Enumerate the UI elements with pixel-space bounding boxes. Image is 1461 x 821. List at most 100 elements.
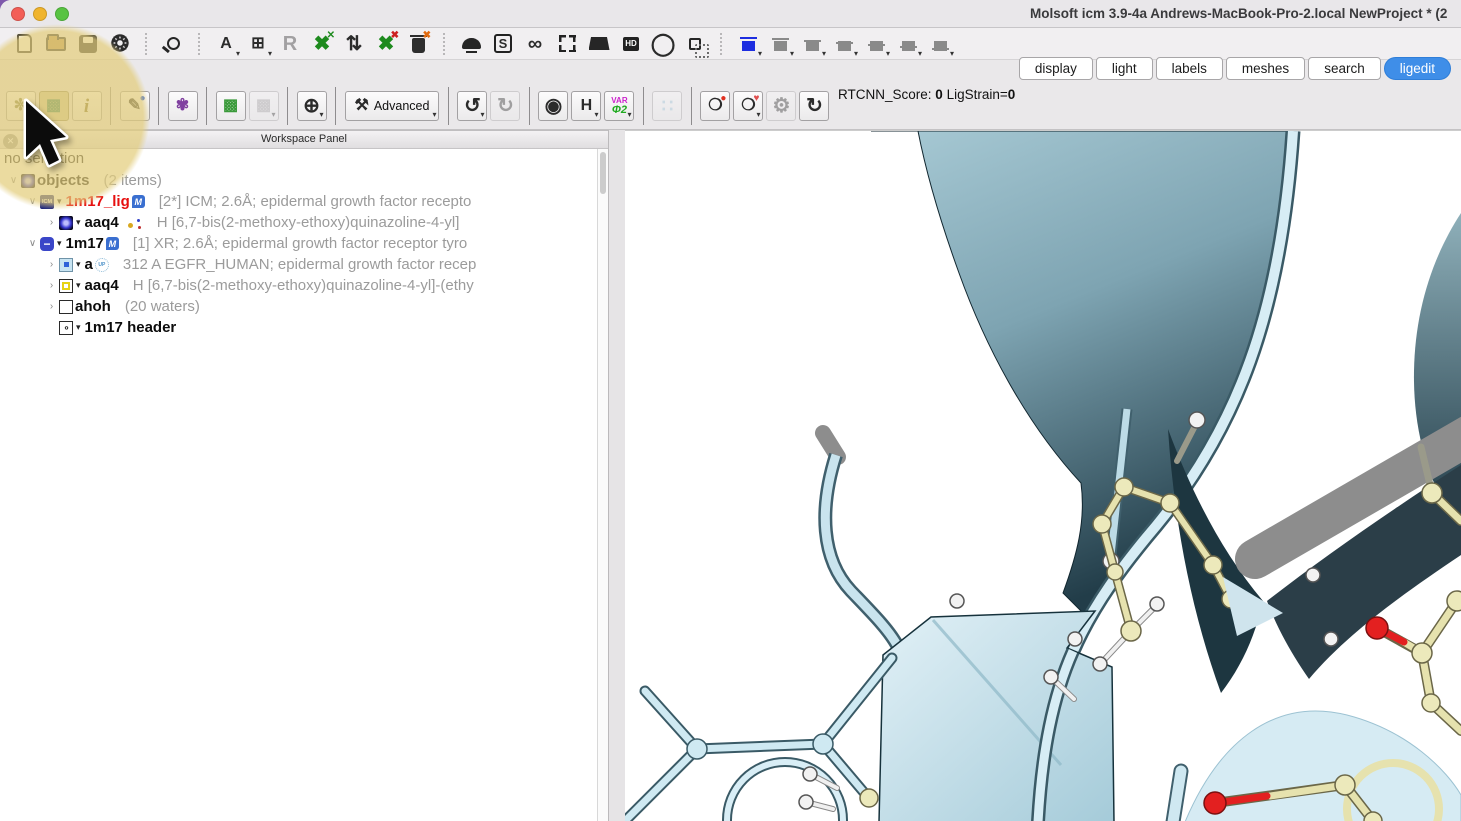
disclosure-closed-icon[interactable]: ›	[44, 217, 59, 228]
undo-button[interactable]: ↺▾	[457, 91, 487, 121]
disclosure-open-icon[interactable]: ∨	[6, 175, 21, 186]
tab-meshes[interactable]: meshes	[1226, 57, 1305, 80]
item-dropdown-icon[interactable]: ▾	[76, 259, 81, 270]
rock-view-button[interactable]	[679, 29, 711, 59]
item-description: H [6,7-bis(2-methoxy-ethoxy)quinazoline-…	[157, 214, 460, 231]
item-dropdown-icon[interactable]: ▾	[76, 217, 81, 228]
ligand-pocket-button[interactable]: ❍●	[700, 91, 730, 121]
item-dropdown-icon[interactable]: ▾	[57, 238, 62, 249]
workspace-item-a[interactable]: ›▾aUP312 A EGFR_HUMAN; epidermal growth …	[0, 254, 597, 275]
main-toolbar: ❂A▾⊞▾R✖✕⇅✖✖✖S∞HD◯▾▾▾▾▾▾▾	[0, 28, 1461, 60]
sphere-object-icon[interactable]	[21, 174, 35, 188]
minimize-button[interactable]	[33, 7, 47, 21]
yellowbox-object-icon[interactable]	[59, 279, 73, 293]
workspace-item-ahoh[interactable]: ›ahoh(20 waters)	[0, 296, 597, 317]
display-ballstick-button[interactable]: ✼	[6, 91, 36, 121]
object-info-button[interactable]: i	[72, 91, 102, 121]
fullscreen-icon	[559, 35, 576, 52]
chemical-edit-button[interactable]: ✾	[168, 91, 198, 121]
close-button[interactable]	[11, 7, 25, 21]
item-dropdown-icon[interactable]: ▾	[57, 196, 62, 207]
select-all-button[interactable]: ✖✕	[306, 29, 338, 59]
stereo-view-button[interactable]: ∞	[519, 29, 551, 59]
hd-quality-button[interactable]: HD	[615, 29, 647, 59]
minus-object-icon[interactable]: −	[40, 237, 54, 251]
light-settings-button[interactable]	[455, 29, 487, 59]
disclosure-open-icon[interactable]: ∨	[25, 238, 40, 249]
clip-plane-3-button[interactable]: ▾	[796, 29, 828, 59]
panel-scrollbar[interactable]	[597, 149, 608, 821]
unselect-button[interactable]: ✖✖	[370, 29, 402, 59]
toolbar-separator	[691, 87, 692, 125]
residue-label-button[interactable]: R	[274, 29, 306, 59]
bluebox-object-icon[interactable]	[59, 258, 73, 272]
center-view-button[interactable]: ◉	[538, 91, 568, 121]
clip-plane-2-button[interactable]: ▾	[764, 29, 796, 59]
snapshot-button[interactable]: ❂	[104, 29, 136, 59]
add-object-button[interactable]: ⊕▾	[297, 91, 327, 121]
workspace-item-aaq4[interactable]: ›▾aaq4H [6,7-bis(2-methoxy-ethoxy)quinaz…	[0, 275, 597, 296]
tab-ligedit[interactable]: ligedit	[1384, 57, 1451, 80]
disclosure-closed-icon[interactable]: ›	[44, 259, 59, 270]
workspace-item-1m17[interactable]: ∨−▾1m17M[1] XR; 2.6Å; epidermal growth f…	[0, 233, 597, 254]
molecular-viewport[interactable]	[625, 130, 1461, 821]
ligedit-settings-button[interactable]: ⚙	[766, 91, 796, 121]
panel-scrollbar-thumb[interactable]	[600, 152, 606, 194]
smooth-display-button[interactable]: S	[487, 29, 519, 59]
surface-color-button[interactable]: ▩	[216, 91, 246, 121]
disclosure-open-icon[interactable]: ∨	[25, 196, 40, 207]
code-object-icon[interactable]: ‹›	[59, 321, 73, 335]
hydrogens-button[interactable]: H▾	[571, 91, 601, 121]
clip-plane-1-button[interactable]: ▾	[732, 29, 764, 59]
close-selection-icon[interactable]: ✕	[3, 134, 18, 149]
clip-plane-6-button[interactable]: ▾	[892, 29, 924, 59]
tab-search[interactable]: search	[1308, 57, 1381, 80]
surface-plain-button[interactable]: ▩▾	[249, 91, 279, 121]
item-dropdown-icon[interactable]: ▾	[76, 280, 81, 291]
perspective-icon	[589, 37, 610, 50]
tab-light[interactable]: light	[1096, 57, 1153, 80]
helix-tube-bottom	[1173, 771, 1181, 821]
clip-plane-7-button[interactable]: ▾	[924, 29, 956, 59]
edit-structure-button[interactable]: ✎●	[120, 91, 150, 121]
workspace-item-aaq4[interactable]: ›▾aaq4H [6,7-bis(2-methoxy-ethoxy)quinaz…	[0, 212, 597, 233]
ligstrain-label: LigStrain=	[947, 87, 1008, 102]
item-dropdown-icon[interactable]: ▾	[76, 322, 81, 333]
perspective-button[interactable]	[583, 29, 615, 59]
label-atoms-button[interactable]: A▾	[210, 29, 242, 59]
workspace-item-1m17-lig[interactable]: ∨ICM▾1m17_ligM[2*] ICM; 2.6Å; epidermal …	[0, 191, 597, 212]
item-description: [1] XR; 2.6Å; epidermal growth factor re…	[133, 235, 467, 252]
delete-selection-button[interactable]: ✖	[402, 29, 434, 59]
clip-plane-4-button[interactable]: ▾	[828, 29, 860, 59]
sphere-object-icon[interactable]	[59, 216, 73, 230]
add-label-button[interactable]: ⊞▾	[242, 29, 274, 59]
advanced-menu-button[interactable]: ⚒Advanced▾	[345, 91, 440, 121]
panel-divider[interactable]	[608, 130, 625, 821]
invert-order-button[interactable]: ⇅	[338, 29, 370, 59]
display-meshes-button[interactable]: ▩	[39, 91, 69, 121]
fullscreen-button[interactable]	[551, 29, 583, 59]
hd-quality-icon: HD	[623, 37, 639, 51]
new-document-button[interactable]	[8, 29, 40, 59]
query-search-button[interactable]	[157, 29, 189, 59]
clip-plane-5-button[interactable]: ▾	[860, 29, 892, 59]
tab-labels[interactable]: labels	[1156, 57, 1223, 80]
whitebox-object-icon[interactable]	[59, 300, 73, 314]
disclosure-closed-icon[interactable]: ›	[44, 280, 59, 291]
disclosure-closed-icon[interactable]: ›	[44, 301, 59, 312]
shadow-toggle-button[interactable]: ◯	[647, 29, 679, 59]
icm-object-icon[interactable]: ICM	[40, 195, 54, 209]
open-file-button[interactable]	[40, 29, 72, 59]
workspace-item-1m17-header[interactable]: ‹›▾1m17 header	[0, 317, 597, 338]
workspace-item-objects[interactable]: ∨objects(2 items)	[0, 170, 597, 191]
tab-display[interactable]: display	[1019, 57, 1093, 80]
ligand-favorites-button[interactable]: ❍♥▾	[733, 91, 763, 121]
save-project-button[interactable]	[72, 29, 104, 59]
zoom-button[interactable]	[55, 7, 69, 21]
variables-phi-button[interactable]: VARΦ2▾	[604, 91, 634, 121]
redo-button[interactable]: ↻	[490, 91, 520, 121]
surface-color-icon: ▩	[223, 98, 238, 114]
fragment-grid-button[interactable]: ∷	[652, 91, 682, 121]
refresh-score-button[interactable]: ↻	[799, 91, 829, 121]
molecule-scene[interactable]	[625, 131, 1461, 821]
